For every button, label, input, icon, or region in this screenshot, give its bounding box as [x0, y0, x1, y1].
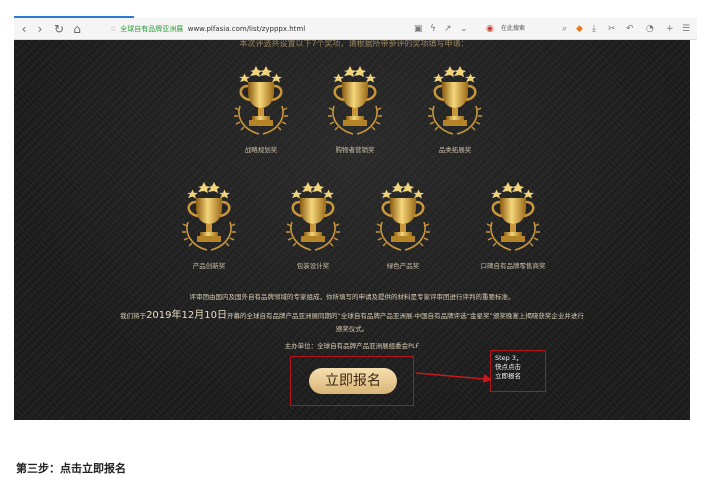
awards-intro-text: 本次评选共设置以下7个奖项，请根据所带参评的奖项填写申请： — [239, 40, 469, 48]
award-label: 绿色产品奖 — [386, 262, 420, 270]
download-icon[interactable]: ⤓ — [592, 21, 596, 37]
step-caption: 第三步：点击立即报名 — [16, 462, 126, 475]
address-bar[interactable]: ☆ 全球自有品牌亚洲展 www.plfasia.com/list/zypppx.h… — [110, 21, 400, 37]
callout-line: Step 3， — [495, 354, 523, 362]
new-tab-icon[interactable]: + — [666, 21, 674, 37]
history-icon[interactable]: ◔ — [646, 21, 654, 37]
trophy-icon — [420, 62, 490, 142]
bookmark-star-icon[interactable]: ☆ — [110, 25, 116, 33]
award-label: 购物者营销奖 — [335, 146, 375, 154]
ceremony-description-end: 颁奖仪式。 — [335, 325, 369, 333]
search-icon[interactable]: ⌕ — [562, 21, 567, 37]
screenshot-icon[interactable]: ✂ — [608, 21, 616, 37]
undo-icon[interactable]: ↶ — [626, 21, 634, 37]
callout-line: 立即报名 — [495, 372, 521, 380]
site-title: 全球自有品牌亚洲展 — [120, 25, 184, 33]
event-date: 2019年12月10日 — [146, 310, 227, 321]
step-callout: Step 3， 快点点击 立即报名 — [490, 350, 546, 392]
ceremony-description: 我们将于2019年12月10日开幕的全球自有品牌产品亚洲展同期的“全球自有品牌产… — [120, 310, 584, 321]
trophy-icon — [174, 178, 244, 258]
url-text: www.plfasia.com/list/zypppx.html — [187, 25, 306, 33]
share-icon[interactable]: ↗ — [444, 21, 452, 37]
search-box-placeholder[interactable]: 在此搜索 — [501, 21, 525, 37]
trophy-icon — [478, 178, 548, 258]
reader-mode-icon[interactable]: ▣ — [414, 21, 423, 37]
lightning-icon[interactable]: ϟ — [430, 21, 436, 37]
annotation-arrow-icon — [415, 372, 492, 383]
award-label: 品类拓展奖 — [438, 146, 472, 154]
signup-button[interactable]: 立即报名 — [309, 368, 397, 394]
search-engine-icon[interactable]: ◉ — [486, 21, 494, 37]
organizer-text: 主办单位：全球自有品牌产品亚洲展组委会PLF — [284, 342, 420, 350]
award-label: 产品创新奖 — [192, 262, 226, 270]
trophy-icon — [320, 62, 390, 142]
trophy-icon — [278, 178, 348, 258]
forward-icon[interactable]: › — [34, 21, 46, 37]
award-label: 口碑自有品牌零售商奖 — [480, 262, 546, 270]
trophy-icon — [368, 178, 438, 258]
callout-line: 快点点击 — [495, 363, 521, 371]
jury-description: 评审团由国内及国外自有品牌领域的专家组成，你所填写的申请及提供的材料是专家评审团… — [189, 293, 515, 301]
menu-icon[interactable]: ☰ — [682, 21, 690, 37]
reload-icon[interactable]: ↻ — [52, 21, 66, 37]
trophy-icon — [226, 62, 296, 142]
home-icon[interactable]: ⌂ — [70, 21, 84, 37]
award-product-innovation: 产品创新奖 — [154, 178, 264, 270]
award-green-product: 绿色产品奖 — [348, 178, 458, 270]
back-icon[interactable]: ‹ — [18, 21, 30, 37]
dropdown-icon[interactable]: ⌄ — [460, 21, 468, 37]
award-shopper-marketing: 购物者营销奖 — [300, 62, 410, 154]
award-category-expansion: 品类拓展奖 — [400, 62, 510, 154]
award-reputation-retailer: 口碑自有品牌零售商奖 — [458, 178, 568, 270]
browser-toolbar: ‹ › ↻ ⌂ ☆ 全球自有品牌亚洲展 www.plfasia.com/list/… — [14, 18, 697, 40]
game-icon[interactable]: ◆ — [576, 21, 583, 37]
